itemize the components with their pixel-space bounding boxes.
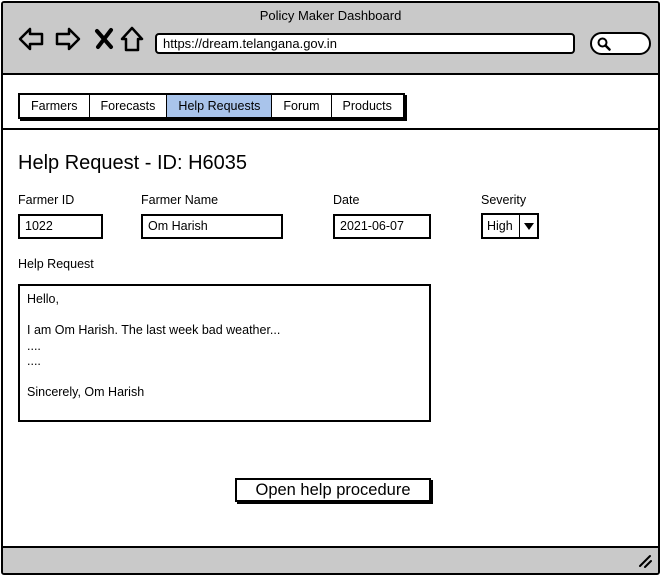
back-arrow-icon[interactable] [17, 25, 45, 53]
url-bar[interactable]: https://dream.telangana.gov.in [155, 33, 575, 54]
close-icon[interactable] [91, 25, 119, 53]
date-field[interactable]: 2021-06-07 [333, 214, 431, 239]
farmer-name-field[interactable]: Om Harish [141, 214, 283, 239]
chevron-down-icon[interactable] [520, 215, 537, 237]
severity-value: High [483, 215, 520, 237]
tab-forum[interactable]: Forum [272, 95, 332, 117]
farmer-id-field[interactable]: 1022 [18, 214, 103, 239]
textarea-line [27, 308, 422, 324]
textarea-line: Sincerely, Om Harish [27, 385, 145, 399]
farmer-id-label: Farmer ID [18, 193, 75, 207]
browser-window: Policy Maker Dashboard https://dream.tel… [1, 1, 660, 575]
forward-arrow-icon[interactable] [54, 25, 82, 53]
open-help-procedure-button[interactable]: Open help procedure [235, 478, 431, 502]
header-divider [3, 128, 658, 130]
browser-chrome: Policy Maker Dashboard https://dream.tel… [3, 3, 658, 75]
textarea-line [27, 370, 422, 386]
textarea-line: .... [27, 338, 41, 353]
textarea-line: I am Om Harish. The last week bad weathe… [27, 323, 281, 337]
search-icon [597, 37, 611, 51]
textarea-line: .... [27, 354, 41, 368]
resize-handle-icon[interactable] [638, 554, 652, 568]
search-field[interactable] [590, 32, 651, 55]
severity-label: Severity [481, 193, 527, 207]
tab-products[interactable]: Products [332, 95, 403, 117]
page-title: Help Request - ID: H6035 [18, 152, 248, 174]
help-request-textarea[interactable]: Hello, I am Om Harish. The last week bad… [18, 284, 431, 422]
tab-farmers[interactable]: Farmers [20, 95, 90, 117]
severity-select[interactable]: High [481, 213, 539, 239]
help-request-label: Help Request [18, 257, 94, 271]
textarea-line: Hello, [27, 292, 59, 306]
window-title: Policy Maker Dashboard [259, 8, 402, 23]
home-icon[interactable] [119, 25, 147, 53]
status-bar [3, 546, 658, 573]
date-label: Date [333, 193, 360, 207]
farmer-name-label: Farmer Name [141, 193, 219, 207]
main-tab-bar: Farmers Forecasts Help Requests Forum Pr… [18, 93, 405, 119]
tab-help-requests[interactable]: Help Requests [167, 95, 273, 117]
tab-forecasts[interactable]: Forecasts [90, 95, 168, 117]
